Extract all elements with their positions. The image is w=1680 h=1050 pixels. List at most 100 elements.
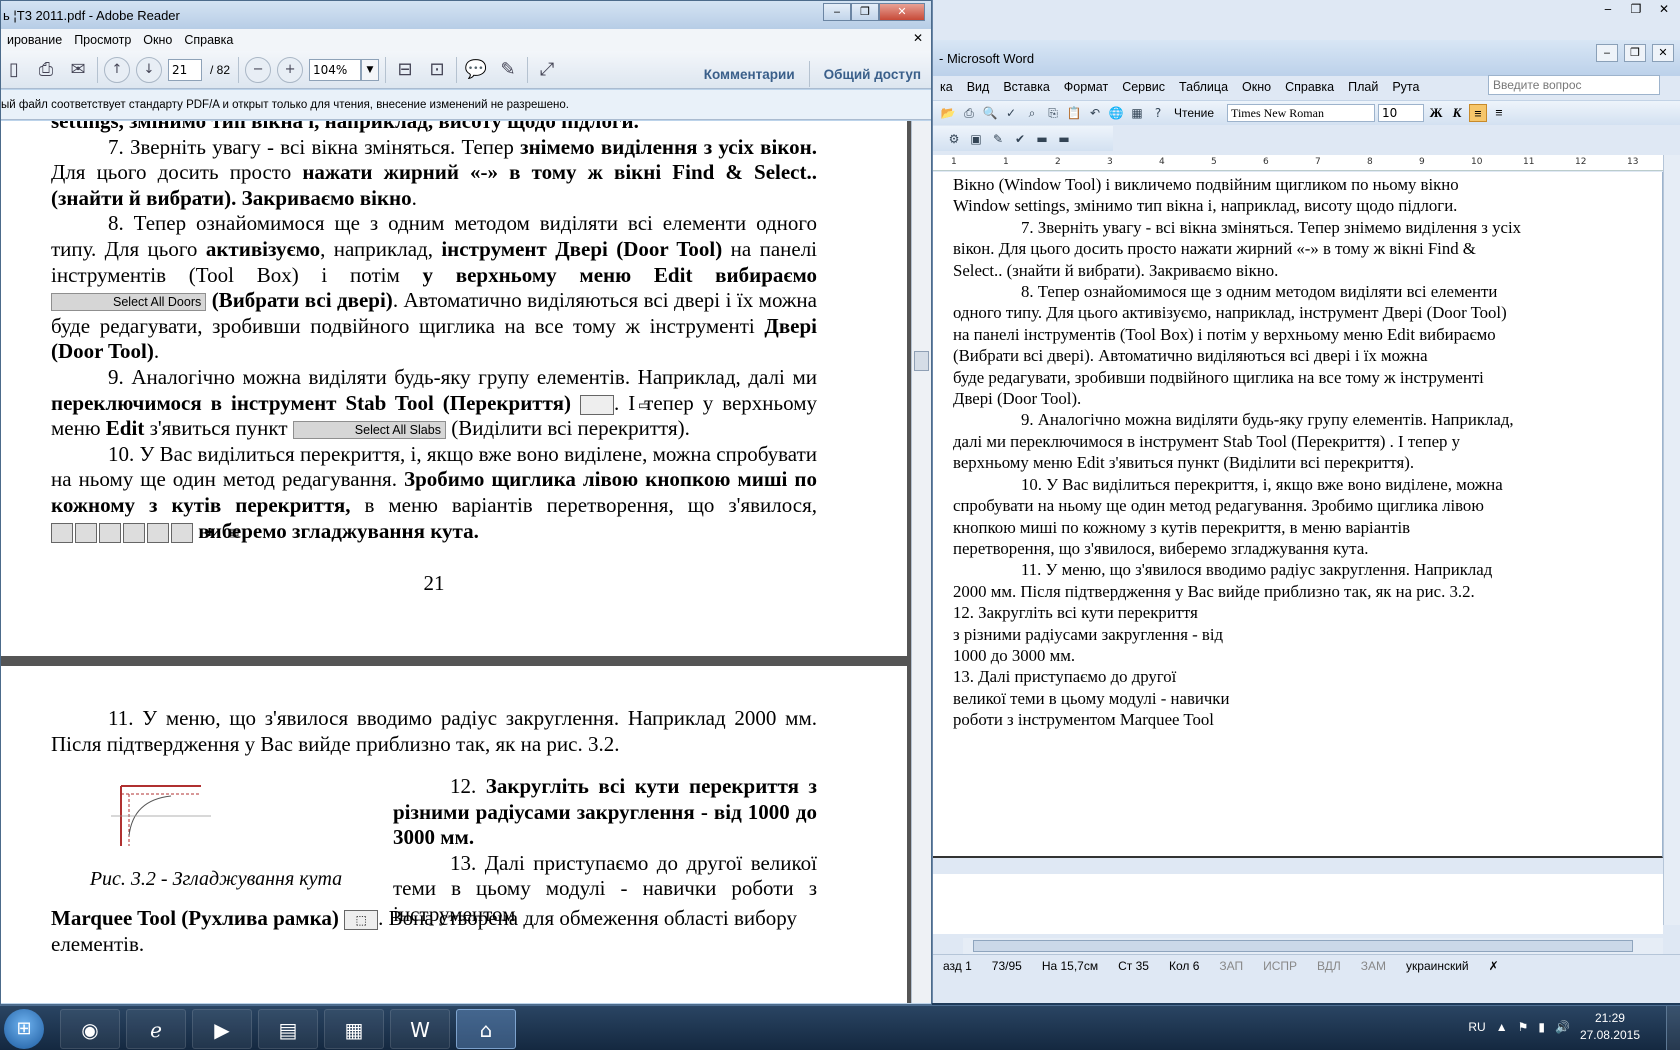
word-menu-table[interactable]: Таблица bbox=[1172, 80, 1235, 94]
word-menu-plai[interactable]: Плай bbox=[1341, 80, 1385, 94]
highlight-icon[interactable]: ✎ bbox=[495, 57, 521, 83]
font-size-select[interactable]: 10 bbox=[1378, 104, 1425, 122]
status-trk[interactable]: ИСПР bbox=[1253, 959, 1307, 973]
copy-icon[interactable]: ⎘ bbox=[1044, 104, 1062, 122]
scroll-thumb[interactable] bbox=[973, 940, 1633, 952]
close-icon[interactable]: ✕ bbox=[1652, 0, 1676, 18]
research-icon[interactable]: ⌕ bbox=[1023, 104, 1041, 122]
status-rec[interactable]: ЗАП bbox=[1209, 959, 1253, 973]
reader-menu-view[interactable]: Просмотр bbox=[68, 33, 137, 47]
ask-question-input[interactable]: Введите вопрос bbox=[1488, 75, 1660, 95]
fit-page-icon[interactable]: ⊟ bbox=[392, 57, 418, 83]
reader-document-view[interactable]: settings, змінимо тип вікна і, наприклад… bbox=[1, 121, 911, 1003]
reader-menu-help[interactable]: Справка bbox=[178, 33, 239, 47]
comment-icon[interactable]: 💬 bbox=[463, 57, 489, 83]
page-number-input[interactable]: 21 bbox=[168, 58, 202, 81]
tray-expand-icon[interactable]: ▲ bbox=[1496, 1020, 1508, 1034]
start-button[interactable]: ⊞ bbox=[4, 1009, 44, 1049]
show-desktop-button[interactable] bbox=[1666, 1006, 1680, 1050]
status-ext[interactable]: ВДЛ bbox=[1307, 959, 1351, 973]
media-player-icon[interactable]: ▶ bbox=[192, 1009, 252, 1049]
word-vertical-scrollbar[interactable] bbox=[1663, 155, 1680, 925]
word-menu-format[interactable]: Формат bbox=[1057, 80, 1115, 94]
minimize-icon[interactable]: ‒ bbox=[823, 3, 851, 21]
addin-icon[interactable]: ▣ bbox=[967, 130, 985, 148]
reader-menu-edit[interactable]: ирование bbox=[1, 33, 68, 47]
zoom-in-icon[interactable]: + bbox=[277, 56, 304, 83]
share-button[interactable]: Общий доступ bbox=[824, 67, 921, 82]
calculator-icon[interactable]: ▦ bbox=[324, 1009, 384, 1049]
toolbar-separator bbox=[808, 61, 810, 87]
language-indicator[interactable]: RU bbox=[1468, 1020, 1485, 1034]
chrome-icon[interactable]: ◉ bbox=[60, 1009, 120, 1049]
word-menu-ruta[interactable]: Рута bbox=[1385, 80, 1426, 94]
align-left-button[interactable]: ≡ bbox=[1469, 104, 1488, 122]
paste-icon[interactable]: 📋 bbox=[1065, 104, 1083, 122]
zoom-input[interactable]: 104% bbox=[309, 58, 362, 81]
preview-icon[interactable]: 🔍 bbox=[981, 104, 999, 122]
ie-icon[interactable]: ℯ bbox=[126, 1009, 186, 1049]
volume-icon[interactable]: 🔊 bbox=[1555, 1020, 1570, 1034]
explorer-icon[interactable]: ▤ bbox=[258, 1009, 318, 1049]
word-horizontal-scrollbar[interactable] bbox=[963, 938, 1663, 954]
reader-window-title: ь ¦Т3 2011.pdf - Adobe Reader bbox=[3, 7, 180, 23]
close-icon: ✕ bbox=[51, 522, 118, 543]
fullscreen-icon[interactable]: ⤢ bbox=[534, 57, 560, 83]
flag-icon[interactable]: ⚑ bbox=[1518, 1020, 1529, 1034]
hyperlink-icon[interactable]: 🌐 bbox=[1107, 104, 1125, 122]
minimize-icon[interactable]: ‒ bbox=[1596, 0, 1620, 18]
adobe-reader-icon[interactable]: ⌂ bbox=[456, 1009, 516, 1049]
word-menu-window[interactable]: Окно bbox=[1235, 80, 1278, 94]
read-mode-button[interactable]: Чтение bbox=[1170, 106, 1218, 120]
email-icon[interactable]: ✉ bbox=[65, 57, 91, 83]
macro-icon[interactable]: ⚙ bbox=[945, 130, 963, 148]
status-ovr[interactable]: ЗАМ bbox=[1351, 959, 1396, 973]
comments-button[interactable]: Комментарии bbox=[704, 67, 795, 82]
pdf-text: . bbox=[153, 339, 160, 364]
flag-ru-icon[interactable]: ▬ bbox=[1055, 130, 1073, 148]
zoom-out-icon[interactable]: − bbox=[245, 56, 272, 83]
print-icon[interactable]: ⎙ bbox=[33, 57, 59, 83]
close-document-icon[interactable]: ✕ bbox=[913, 31, 923, 45]
doc-close-icon[interactable]: ✕ bbox=[1652, 44, 1674, 62]
spellcheck-status-icon[interactable]: ✗ bbox=[1479, 959, 1509, 973]
word-menu-tools[interactable]: Сервис bbox=[1115, 80, 1172, 94]
print-icon[interactable]: ⎙ bbox=[960, 104, 978, 122]
spelling-icon[interactable]: ✓ bbox=[1002, 104, 1020, 122]
word-menu-item[interactable]: ка bbox=[933, 80, 960, 94]
previous-page-icon[interactable]: ↑ bbox=[104, 56, 130, 83]
flag-ua-icon[interactable]: ▬ bbox=[1033, 130, 1051, 148]
word-menu-insert[interactable]: Вставка bbox=[996, 80, 1056, 94]
bold-button[interactable]: Ж bbox=[1427, 104, 1445, 122]
align-center-button[interactable]: ≡ bbox=[1490, 104, 1508, 122]
restore-icon[interactable]: ❐ bbox=[851, 3, 879, 21]
table-icon[interactable]: ▦ bbox=[1128, 104, 1146, 122]
status-language[interactable]: украинский bbox=[1396, 959, 1479, 973]
restore-icon[interactable]: ❐ bbox=[1624, 0, 1648, 18]
word-document-area[interactable]: Вікно (Window Tool) і викличемо подвійни… bbox=[933, 172, 1663, 858]
word-document-split-pane[interactable] bbox=[933, 874, 1663, 934]
open-icon[interactable]: 📂 bbox=[939, 104, 957, 122]
word-icon[interactable]: W bbox=[390, 1009, 450, 1049]
doc-minimize-icon[interactable]: ‒ bbox=[1596, 44, 1618, 62]
next-page-icon[interactable]: ↓ bbox=[136, 56, 162, 83]
font-name-select[interactable]: Times New Roman bbox=[1227, 104, 1376, 122]
scroll-thumb[interactable] bbox=[914, 351, 929, 371]
check-icon[interactable]: ✔ bbox=[1011, 130, 1029, 148]
fit-width-icon[interactable]: ⊡ bbox=[424, 57, 450, 83]
network-icon[interactable]: ▮ bbox=[1538, 1020, 1545, 1034]
clock[interactable]: 21:29 27.08.2015 bbox=[1580, 1010, 1640, 1044]
reader-vertical-scrollbar[interactable] bbox=[911, 121, 931, 1003]
chevron-down-icon[interactable]: ▼ bbox=[361, 58, 380, 81]
word-menu-view[interactable]: Вид bbox=[960, 80, 997, 94]
italic-button[interactable]: К bbox=[1448, 104, 1466, 122]
reader-menu-window[interactable]: Окно bbox=[137, 33, 178, 47]
status-pages: 73/95 bbox=[991, 958, 1022, 973]
tool-icon[interactable]: ✎ bbox=[989, 130, 1007, 148]
undo-icon[interactable]: ↶ bbox=[1086, 104, 1104, 122]
help-icon[interactable]: ? bbox=[1149, 104, 1167, 122]
doc-restore-icon[interactable]: ❐ bbox=[1624, 44, 1646, 62]
word-menu-help[interactable]: Справка bbox=[1278, 80, 1341, 94]
save-icon[interactable]: ▯ bbox=[1, 57, 27, 83]
close-icon[interactable]: ✕ bbox=[879, 3, 925, 21]
